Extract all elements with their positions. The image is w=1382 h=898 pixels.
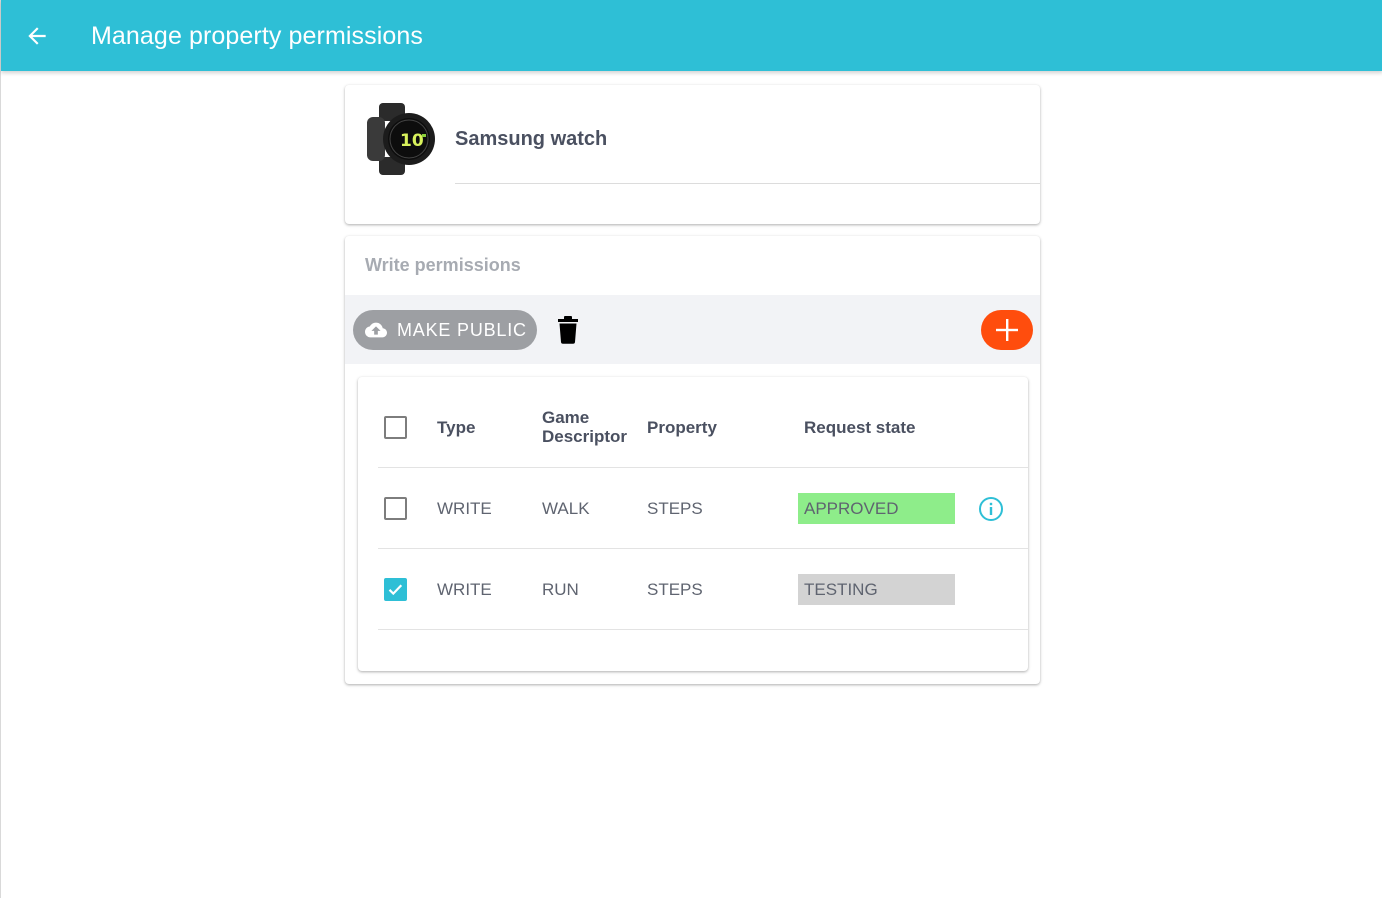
write-permissions-card: Write permissions MAKE PUBLIC Type Game … — [345, 236, 1040, 684]
select-all-checkbox[interactable] — [384, 416, 407, 439]
check-icon — [388, 584, 403, 596]
table-row: WRITE RUN STEPS TESTING — [378, 549, 1028, 630]
section-title: Write permissions — [365, 255, 521, 275]
device-card: 10 Samsung watch — [345, 85, 1040, 224]
info-icon[interactable] — [978, 496, 1004, 522]
cell-game-descriptor: WALK — [542, 499, 590, 518]
permissions-toolbar: MAKE PUBLIC — [345, 295, 1040, 364]
column-header-request-state: Request state — [804, 418, 916, 437]
permissions-table: Type Game Descriptor Property Request st… — [358, 377, 1028, 671]
add-permission-button[interactable] — [981, 310, 1033, 350]
cell-property: STEPS — [647, 580, 703, 599]
cloud-upload-icon — [365, 322, 387, 338]
make-public-button[interactable]: MAKE PUBLIC — [353, 310, 537, 350]
cell-property: STEPS — [647, 499, 703, 518]
back-button[interactable] — [21, 20, 53, 52]
table-row: WRITE WALK STEPS APPROVED — [378, 468, 1028, 549]
trash-icon — [558, 316, 578, 344]
app-bar: Manage property permissions — [1, 0, 1382, 71]
smartwatch-image: 10 — [367, 103, 435, 175]
svg-text:10: 10 — [400, 131, 424, 151]
column-header-game-descriptor-line2: Descriptor — [542, 427, 628, 446]
cell-type: WRITE — [437, 499, 492, 518]
cell-type: WRITE — [437, 580, 492, 599]
column-header-game-descriptor-line1: Game — [542, 408, 590, 427]
cell-game-descriptor: RUN — [542, 580, 579, 599]
column-header-property: Property — [647, 418, 717, 437]
status-badge-testing: TESTING — [798, 574, 955, 605]
page-title: Manage property permissions — [91, 22, 424, 50]
delete-button[interactable] — [556, 316, 580, 344]
divider — [455, 183, 1040, 184]
make-public-label: MAKE PUBLIC — [397, 320, 527, 340]
plus-icon — [996, 319, 1018, 341]
arrow-left-icon — [28, 27, 46, 45]
row-checkbox[interactable] — [384, 497, 407, 520]
status-badge-approved: APPROVED — [798, 493, 955, 524]
row-checkbox[interactable] — [384, 578, 407, 601]
column-header-game-descriptor: Game Descriptor — [542, 408, 627, 446]
device-name: Samsung watch — [455, 128, 608, 150]
table-header: Type Game Descriptor Property Request st… — [378, 377, 1028, 468]
column-header-type: Type — [437, 418, 476, 437]
